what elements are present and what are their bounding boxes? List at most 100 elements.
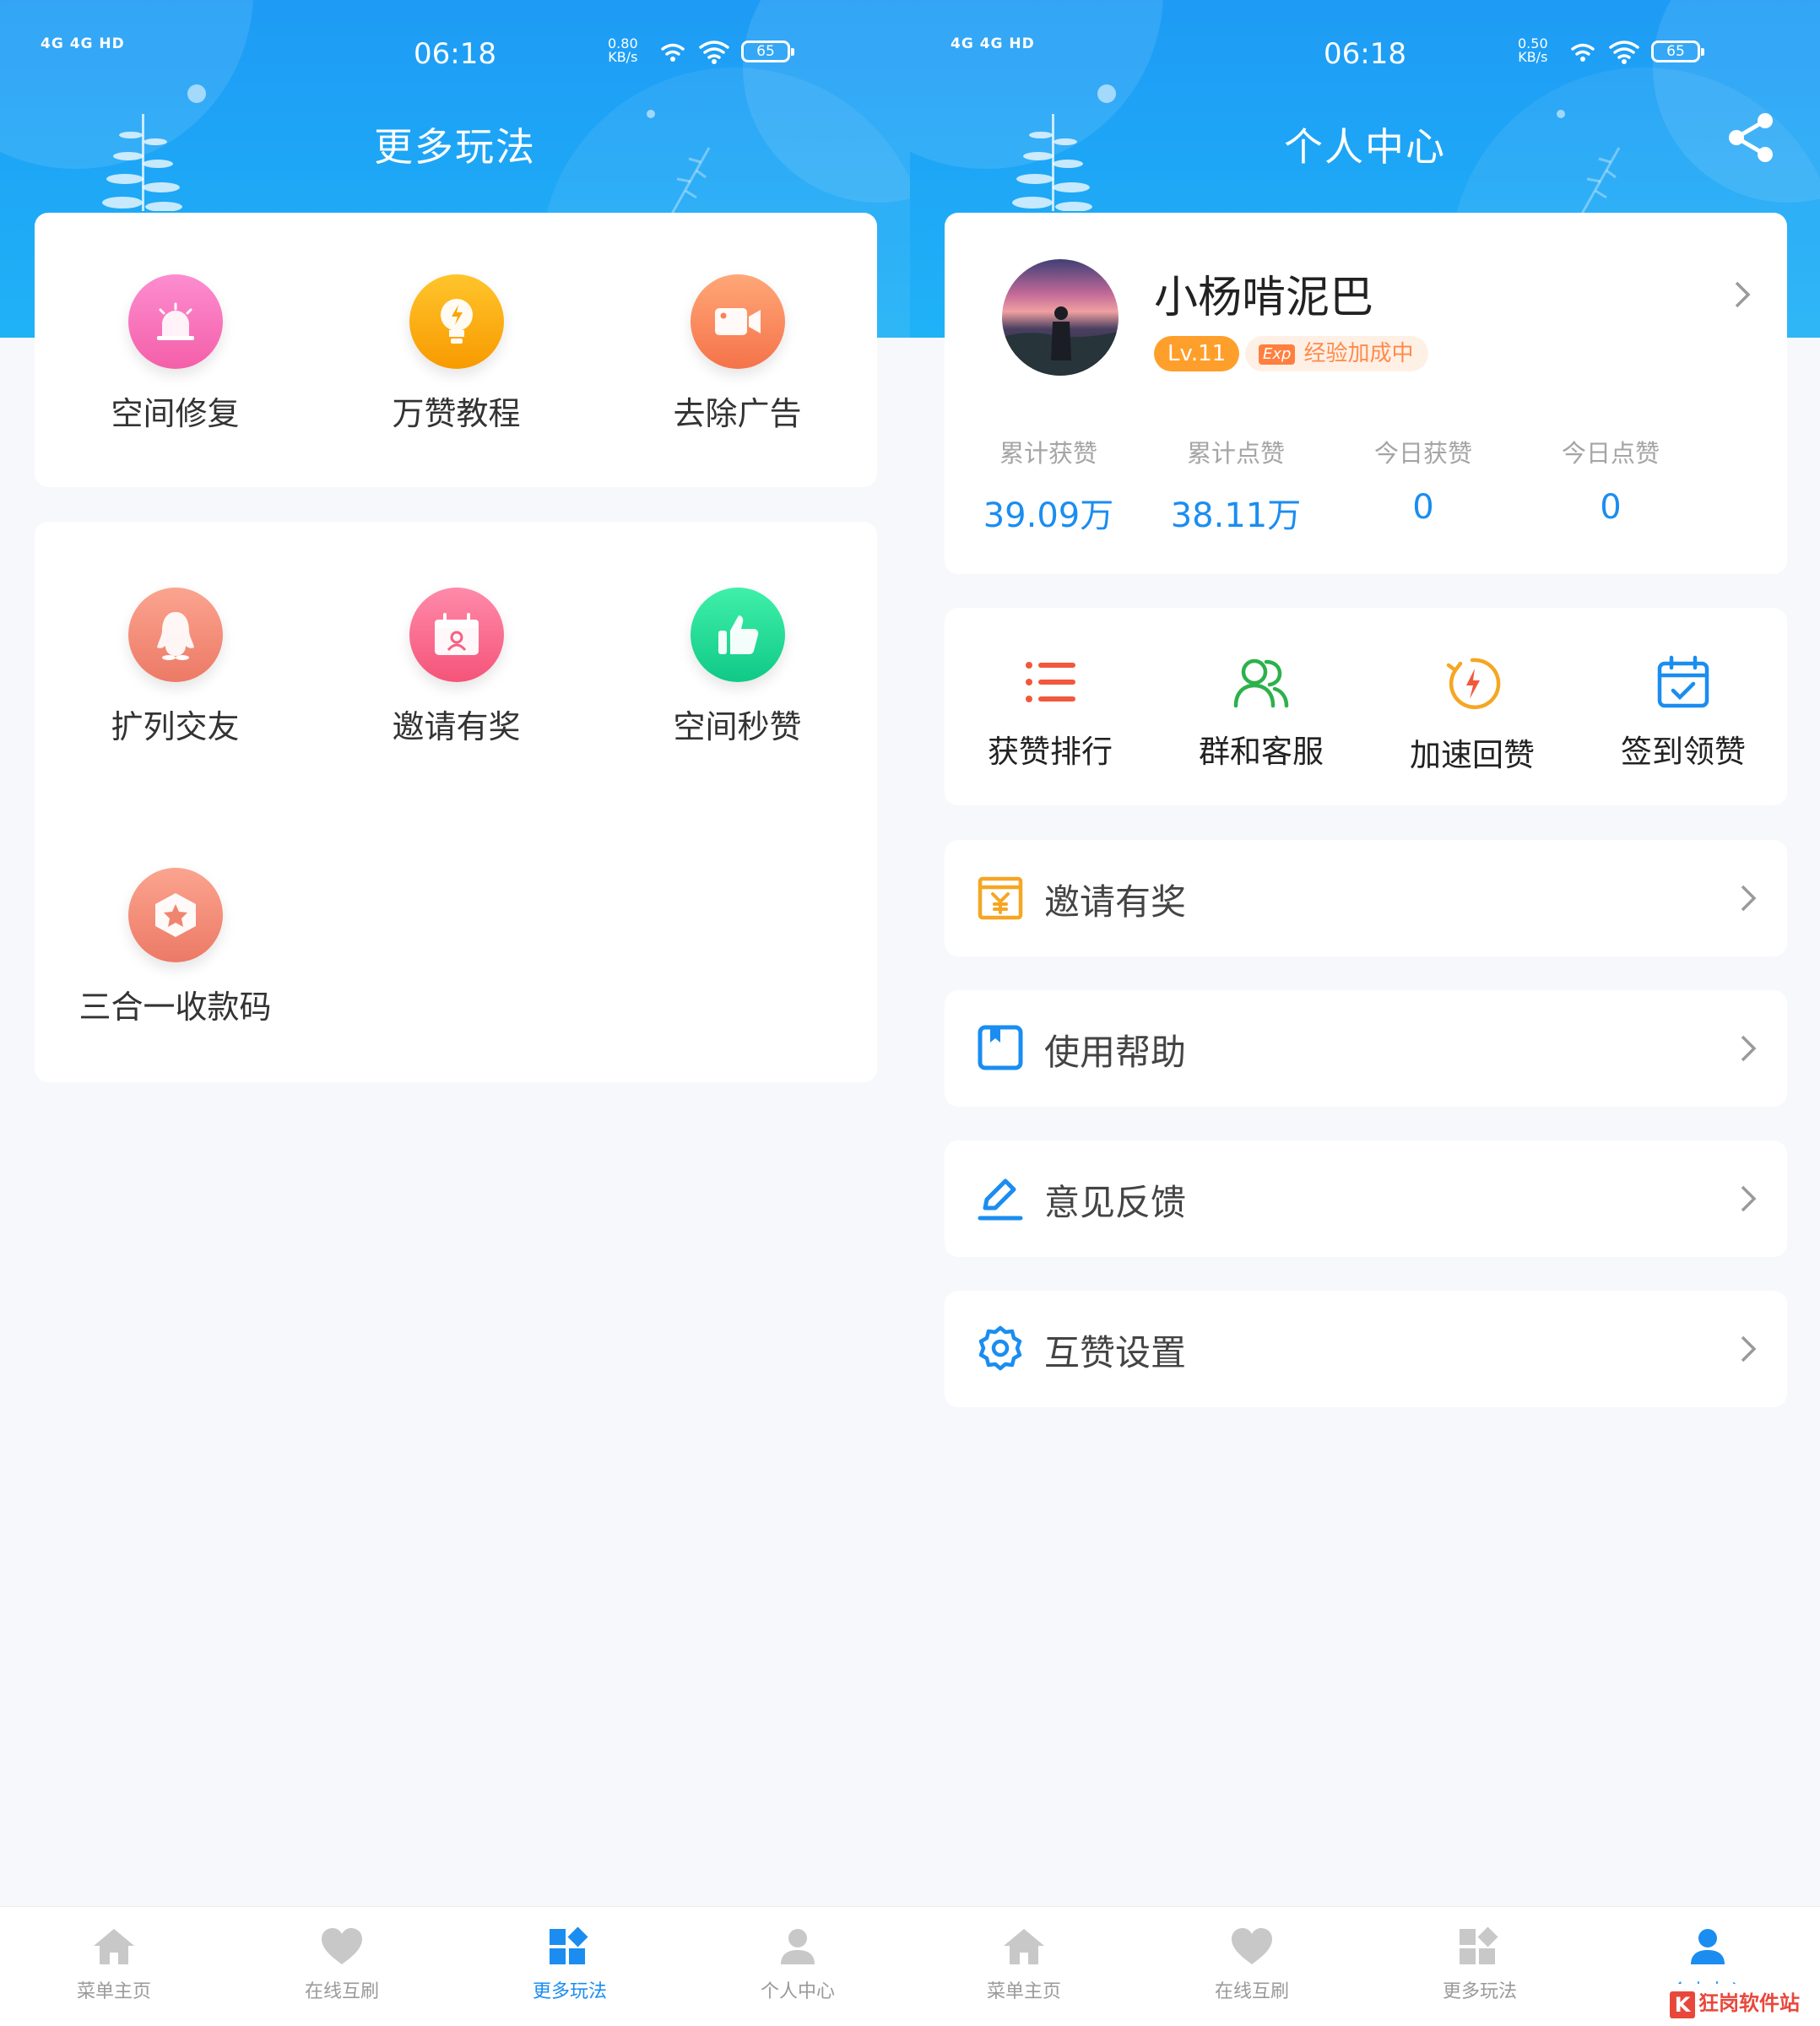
- personal-center-screen: 4G 4G HD 06:18 0.50 KB/s 65 个人中心 小杨啃泥巴 L…: [910, 0, 1820, 2026]
- wifi-icon: [1571, 41, 1639, 64]
- tab-online-boost[interactable]: 在线互刷: [1138, 1927, 1366, 2003]
- feature-remove-ads[interactable]: 去除广告: [597, 274, 878, 434]
- tab-more-features[interactable]: 更多玩法: [456, 1926, 684, 2003]
- person-icon: [781, 1929, 815, 1964]
- quick-like-ranking[interactable]: 获赞排行: [945, 655, 1156, 772]
- quick-label: 加速回赞: [1410, 737, 1535, 773]
- menu-row-help[interactable]: 使用帮助: [945, 990, 1787, 1107]
- menu-row-label: 使用帮助: [1044, 1032, 1187, 1073]
- home-icon: [1004, 1929, 1044, 1964]
- exp-boost-badge: Exp 经验加成中: [1245, 336, 1429, 371]
- flash-icon: [1446, 658, 1501, 710]
- feature-card-primary: 空间修复 万赞教程 去除广告: [35, 213, 877, 487]
- speed-unit: KB/s: [1518, 49, 1548, 65]
- feature-tutorial[interactable]: 万赞教程: [316, 274, 597, 434]
- tab-menu-home[interactable]: 菜单主页: [0, 1927, 228, 2003]
- stat-value: 0: [1412, 488, 1434, 527]
- apps-icon: [550, 1926, 588, 1964]
- stat-value: 39.09万: [983, 496, 1114, 535]
- bottom-tab-bar: 菜单主页 在线互刷 更多玩法 个人中心: [0, 1906, 910, 2026]
- feature-label: 万赞教程: [392, 395, 521, 432]
- quick-speed-return[interactable]: 加速回赞: [1367, 655, 1578, 775]
- header-dot: [1097, 84, 1116, 103]
- menu-row-label: 邀请有奖: [1044, 881, 1187, 923]
- tab-personal-center[interactable]: 个人中心: [684, 1927, 910, 2003]
- tab-more-features[interactable]: 更多玩法: [1366, 1926, 1594, 2003]
- video-icon: [690, 274, 785, 369]
- status-bar: 4G 4G HD 06:18 0.50 KB/s 65: [910, 34, 1820, 76]
- feature-card-secondary: 扩列交友 邀请有奖 空间秒赞 三合一收款码: [35, 522, 877, 1082]
- menu-row-invite[interactable]: 邀请有奖: [945, 840, 1787, 956]
- gift-yen-icon: [978, 876, 1023, 920]
- list-icon: [1026, 662, 1075, 702]
- tab-label: 更多玩法: [532, 1981, 607, 2002]
- battery-indicator: 65: [741, 41, 794, 62]
- lightbulb-icon: [409, 274, 504, 369]
- tab-label: 在线互刷: [1214, 1981, 1289, 2002]
- feature-label: 空间秒赞: [673, 708, 802, 745]
- stat-total-received: 累计获赞 39.09万: [955, 434, 1142, 537]
- feature-auto-like[interactable]: 空间秒赞: [597, 588, 878, 747]
- heart-icon: [1232, 1928, 1272, 1964]
- header-dot: [187, 84, 206, 103]
- avatar[interactable]: [1002, 259, 1119, 376]
- feature-space-repair[interactable]: 空间修复: [35, 274, 316, 434]
- username: 小杨啃泥巴: [1154, 273, 1374, 323]
- stat-today-given: 今日点赞 0: [1517, 434, 1704, 527]
- quick-label: 群和客服: [1199, 734, 1324, 770]
- feature-label: 去除广告: [673, 395, 802, 432]
- heart-icon: [322, 1928, 362, 1964]
- status-bar: 4G 4G HD 06:18 0.80 KB/s 65: [0, 34, 910, 76]
- group-icon: [1233, 658, 1289, 708]
- quick-label: 获赞排行: [988, 734, 1113, 770]
- penguin-icon: [127, 588, 223, 682]
- share-icon[interactable]: [1725, 111, 1777, 164]
- watermark: K 狂岗软件站: [1663, 1984, 1815, 2023]
- more-features-screen: 4G 4G HD 06:18 0.80 KB/s 65 更多玩法 空间修复 万赞教…: [0, 0, 910, 2026]
- exp-badge: Exp: [1259, 344, 1296, 365]
- tab-menu-home[interactable]: 菜单主页: [910, 1927, 1138, 2003]
- gear-icon: [978, 1325, 1022, 1371]
- stat-today-received: 今日获赞 0: [1330, 434, 1517, 527]
- feature-invite-reward[interactable]: 邀请有奖: [316, 588, 597, 747]
- quick-label: 签到领赞: [1621, 734, 1746, 770]
- stat-total-given: 累计点赞 38.11万: [1142, 434, 1330, 537]
- feature-label: 扩列交友: [111, 708, 240, 745]
- quick-group-support[interactable]: 群和客服: [1156, 655, 1367, 772]
- quick-checkin[interactable]: 签到领赞: [1578, 655, 1789, 772]
- chevron-right-icon: [1741, 1035, 1757, 1062]
- chevron-right-icon[interactable]: [1734, 280, 1751, 309]
- profile-card: 小杨啃泥巴 Lv.11 Exp 经验加成中 累计获赞 39.09万 累计点赞 38…: [945, 213, 1787, 574]
- menu-row-label: 互赞设置: [1044, 1332, 1187, 1373]
- calendar-person-icon: [409, 588, 504, 682]
- tab-label: 菜单主页: [986, 1981, 1061, 2002]
- menu-row-feedback[interactable]: 意见反馈: [945, 1140, 1787, 1257]
- feature-make-friends[interactable]: 扩列交友: [35, 588, 316, 747]
- watermark-logo: K: [1670, 1991, 1695, 2018]
- feature-payment-code[interactable]: 三合一收款码: [35, 868, 316, 1027]
- tab-label: 个人中心: [760, 1981, 835, 2002]
- menu-row-settings[interactable]: 互赞设置: [945, 1291, 1787, 1407]
- feature-label: 空间修复: [111, 395, 240, 432]
- menu-row-label: 意见反馈: [1044, 1182, 1187, 1223]
- stat-label: 今日点赞: [1561, 439, 1660, 468]
- stat-label: 今日获赞: [1373, 439, 1472, 468]
- quick-actions-card: 获赞排行 群和客服 加速回赞 签到领赞: [945, 608, 1787, 805]
- page-title: 个人中心: [1284, 124, 1446, 170]
- network-speed: 0.80 KB/s: [608, 37, 638, 64]
- tab-label: 在线互刷: [304, 1981, 379, 2002]
- chevron-right-icon: [1741, 1185, 1757, 1212]
- chevron-right-icon: [1741, 1335, 1757, 1362]
- stat-value: 0: [1600, 488, 1622, 527]
- calendar-check-icon: [1657, 655, 1709, 708]
- network-speed: 0.50 KB/s: [1518, 37, 1548, 64]
- tab-online-boost[interactable]: 在线互刷: [228, 1927, 456, 2003]
- star-hexagon-icon: [127, 868, 223, 962]
- person-icon: [1691, 1929, 1725, 1964]
- level-badge: Lv.11: [1154, 336, 1240, 371]
- tab-label: 更多玩法: [1442, 1981, 1517, 2002]
- chevron-right-icon: [1741, 885, 1757, 912]
- apps-icon: [1460, 1926, 1498, 1964]
- wifi-icon: [661, 41, 729, 64]
- watermark-text: 狂岗软件站: [1698, 1991, 1800, 2015]
